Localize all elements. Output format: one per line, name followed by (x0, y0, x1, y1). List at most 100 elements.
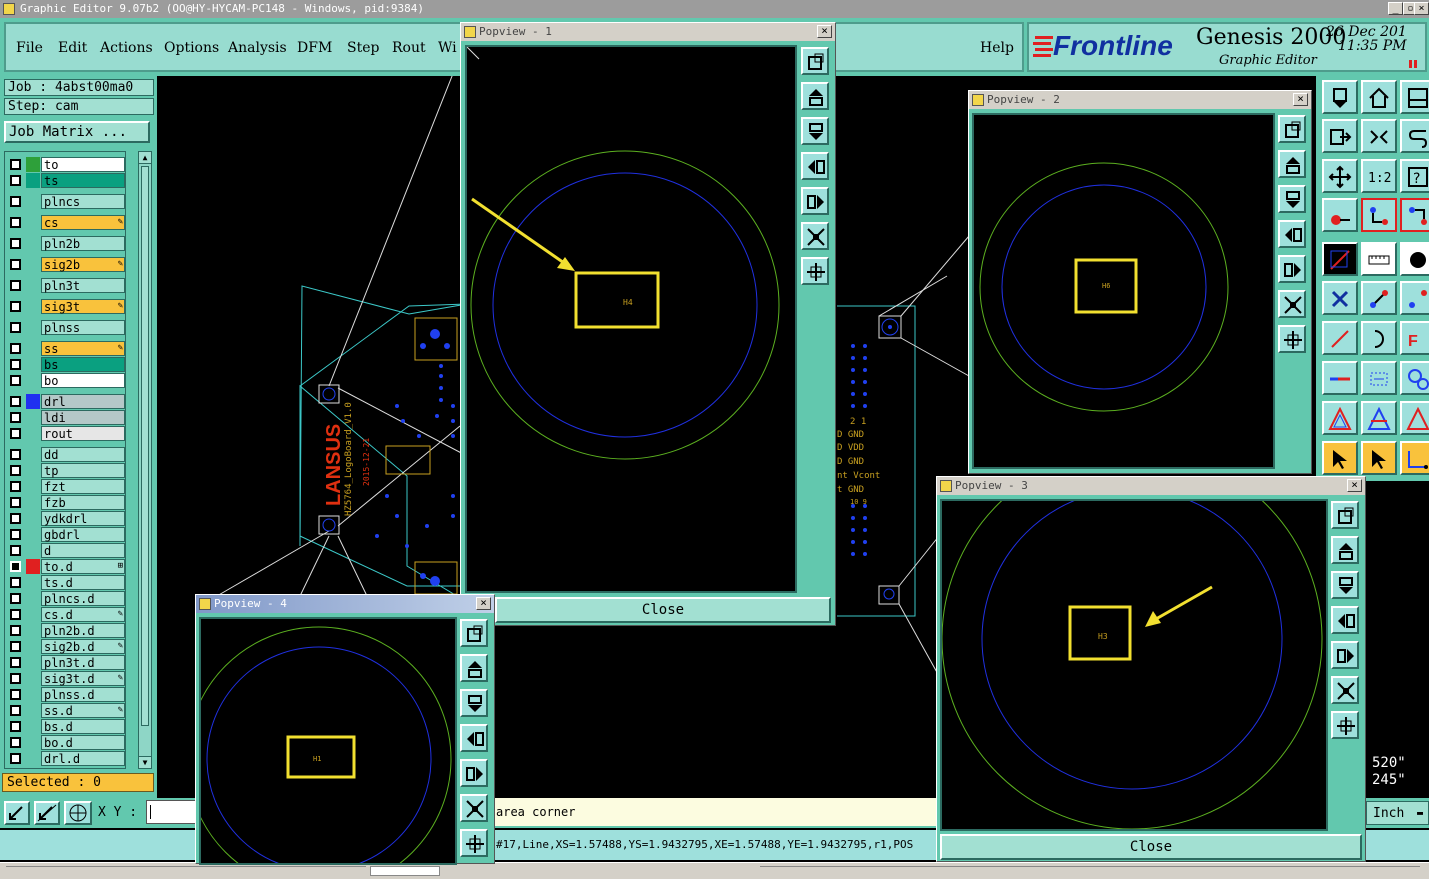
popview-zoom-in-button[interactable] (801, 222, 829, 250)
layer-name[interactable]: ldi (41, 410, 125, 425)
layer-color-swatch[interactable] (26, 341, 40, 356)
layer-row[interactable]: dd (7, 447, 125, 462)
popview-pan-left-button[interactable] (801, 152, 829, 180)
layer-row[interactable]: sig3t ✎ (7, 299, 125, 314)
menu-help[interactable]: Help (980, 40, 1014, 56)
popview-4-titlebar[interactable]: Popview - 4 × (196, 595, 494, 613)
layer-name[interactable]: bs (41, 357, 125, 372)
popview-zoom-out-button[interactable] (801, 257, 829, 285)
tool-scale-1-2[interactable]: 1:2 (1361, 159, 1397, 193)
layer-color-swatch[interactable] (26, 655, 40, 670)
layer-checkbox[interactable] (10, 529, 21, 540)
tool-help[interactable]: ? (1400, 159, 1429, 193)
layer-name[interactable]: ydkdrl (41, 511, 125, 526)
layer-name[interactable]: fzb (41, 495, 125, 510)
layer-color-swatch[interactable] (26, 394, 40, 409)
menu-edit[interactable]: Edit (58, 40, 87, 56)
layer-row[interactable]: plncs (7, 194, 125, 209)
layer-name[interactable]: ss (41, 341, 125, 356)
layer-checkbox[interactable] (10, 343, 21, 354)
popview-1-close-button[interactable]: Close (495, 597, 831, 623)
layer-name[interactable]: plnss (41, 320, 125, 335)
layer-name[interactable]: rout (41, 426, 125, 441)
tool-probe[interactable] (1322, 198, 1358, 232)
popview-pan-down-button[interactable] (1278, 185, 1306, 213)
layer-color-swatch[interactable] (26, 543, 40, 558)
scroll-up-arrow[interactable]: ▲ (139, 152, 151, 164)
popview-pan-up-button[interactable] (460, 654, 488, 682)
popview-1-close-x[interactable]: × (817, 25, 832, 38)
layer-row[interactable]: bo.d (7, 735, 125, 750)
menu-options[interactable]: Options (164, 40, 219, 56)
tool-layout[interactable] (1400, 80, 1429, 114)
layer-checkbox[interactable] (10, 238, 21, 249)
layer-checkbox[interactable] (10, 721, 21, 732)
layer-color-swatch[interactable] (26, 559, 40, 574)
tool-open-job[interactable] (1322, 80, 1358, 114)
tool-surface[interactable] (1361, 401, 1397, 435)
popview-zoom-window-button[interactable] (460, 619, 488, 647)
popview-pan-up-button[interactable] (1331, 536, 1359, 564)
tool-select-area[interactable] (1361, 441, 1397, 475)
layer-row[interactable]: bs.d (7, 719, 125, 734)
layer-color-swatch[interactable] (26, 751, 40, 766)
layer-name[interactable]: fzt (41, 479, 125, 494)
layer-name[interactable]: sig3t.d (41, 671, 125, 686)
layer-color-swatch[interactable] (26, 703, 40, 718)
tool-pad[interactable] (1400, 242, 1429, 276)
layer-color-swatch[interactable] (26, 173, 40, 188)
layer-row[interactable]: plncs.d (7, 591, 125, 606)
popview-zoom-window-button[interactable] (801, 47, 829, 75)
layer-color-swatch[interactable] (26, 591, 40, 606)
layer-name[interactable]: drl.d (41, 751, 125, 766)
layer-checkbox[interactable] (10, 625, 21, 636)
layer-color-swatch[interactable] (26, 719, 40, 734)
layer-checkbox[interactable] (10, 705, 21, 716)
layer-checkbox[interactable] (10, 497, 21, 508)
popview-zoom-in-button[interactable] (1331, 676, 1359, 704)
layer-checkbox[interactable] (10, 449, 21, 460)
layer-name[interactable]: pln3t.d (41, 655, 125, 670)
tool-fit[interactable] (1361, 119, 1397, 153)
layer-name[interactable]: cs (41, 215, 125, 230)
layer-checkbox[interactable] (10, 217, 21, 228)
layer-list-scrollbar[interactable]: ▲ ▼ (138, 151, 152, 769)
layer-name[interactable]: gbdrl (41, 527, 125, 542)
popview-2-canvas[interactable]: H6 (972, 113, 1275, 469)
layer-name[interactable]: ts.d (41, 575, 125, 590)
layer-row[interactable]: cs ✎ (7, 215, 125, 230)
layer-color-swatch[interactable] (26, 639, 40, 654)
layer-checkbox[interactable] (10, 481, 21, 492)
layer-checkbox[interactable] (10, 673, 21, 684)
popview-4-close-x[interactable]: × (476, 597, 491, 610)
popview-2-close-x[interactable]: × (1293, 93, 1308, 106)
layer-color-swatch[interactable] (26, 671, 40, 686)
layer-color-swatch[interactable] (26, 278, 40, 293)
layer-checkbox[interactable] (10, 280, 21, 291)
layer-name[interactable]: tp (41, 463, 125, 478)
layer-color-swatch[interactable] (26, 463, 40, 478)
tool-ruler[interactable] (1361, 242, 1397, 276)
layer-checkbox[interactable] (10, 593, 21, 604)
popview-zoom-window-button[interactable] (1278, 115, 1306, 143)
popview-pan-left-button[interactable] (460, 724, 488, 752)
layer-row[interactable]: plnss.d (7, 687, 125, 702)
layer-color-swatch[interactable] (26, 511, 40, 526)
layer-checkbox[interactable] (10, 609, 21, 620)
menu-window[interactable]: Wi (438, 40, 457, 56)
layer-row[interactable]: ts.d (7, 575, 125, 590)
tool-home[interactable] (1361, 80, 1397, 114)
layer-row[interactable]: ss ✎ (7, 341, 125, 356)
job-matrix-button[interactable]: Job Matrix ... (4, 121, 150, 143)
tool-move[interactable] (1361, 281, 1397, 315)
tool-select-net[interactable] (1400, 441, 1429, 475)
layer-checkbox[interactable] (10, 465, 21, 476)
layer-color-swatch[interactable] (26, 426, 40, 441)
layer-checkbox[interactable] (10, 396, 21, 407)
tool-pan[interactable] (1322, 159, 1358, 193)
layer-color-swatch[interactable] (26, 575, 40, 590)
tool-select-pointer[interactable] (1322, 441, 1358, 475)
close-window-button[interactable]: × (1414, 2, 1429, 15)
layer-name[interactable]: pln2b (41, 236, 125, 251)
layer-row[interactable]: bs (7, 357, 125, 372)
